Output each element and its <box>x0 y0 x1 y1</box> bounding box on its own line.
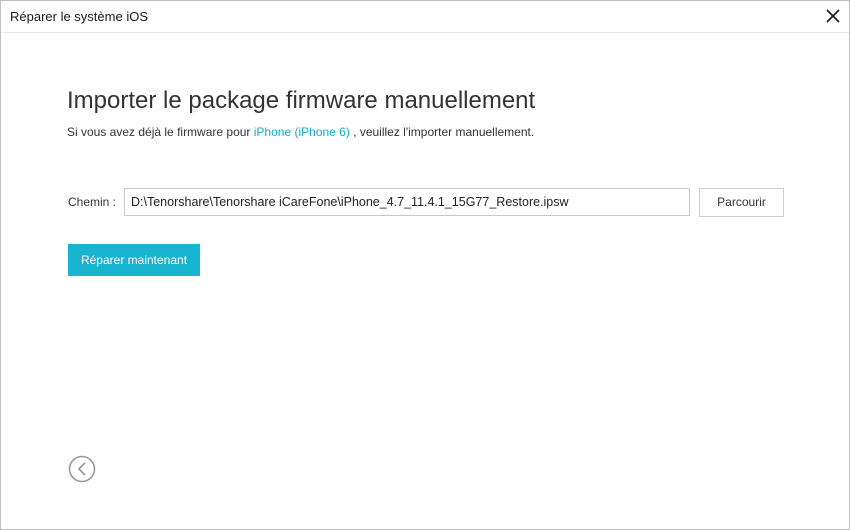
instruction-text-before: Si vous avez déjà le firmware pour <box>67 125 254 139</box>
path-label: Chemin : <box>68 195 117 209</box>
device-link[interactable]: iPhone (iPhone 6) <box>254 125 350 139</box>
page-title: Importer le package firmware manuellemen… <box>67 87 536 114</box>
window-title: Réparer le système iOS <box>10 9 148 24</box>
instruction-text: Si vous avez déjà le firmware pour iPhon… <box>67 125 534 139</box>
app-window: Réparer le système iOS Importer le packa… <box>0 0 850 530</box>
close-icon <box>826 9 840 23</box>
instruction-text-after: , veuillez l'importer manuellement. <box>349 125 535 139</box>
title-bar: Réparer le système iOS <box>1 1 849 33</box>
close-button[interactable] <box>823 6 843 26</box>
back-button[interactable] <box>68 455 96 483</box>
repair-now-button[interactable]: Réparer maintenant <box>68 244 200 276</box>
browse-button[interactable]: Parcourir <box>699 188 784 217</box>
chevron-left-circle-icon <box>68 455 96 483</box>
firmware-path-input[interactable] <box>124 188 690 216</box>
